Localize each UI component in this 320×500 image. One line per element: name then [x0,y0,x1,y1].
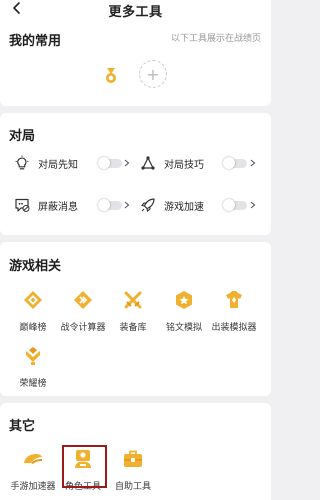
outfit-icon [226,291,242,308]
other-tools-card: 其它 手游加速器 角色工具 自助工具 [0,403,271,500]
duel-title: 对局 [9,129,36,144]
favorites-card: 我的常用 以下工具展示在战绩页 + [0,18,271,106]
tool-peak-rank[interactable]: 巅峰榜 [7,289,59,334]
chevron-right-icon[interactable] [250,159,256,167]
game-title: 游戏相关 [9,259,62,274]
tool-label: 荣耀榜 [19,379,47,389]
header-bar: 更多工具 [0,0,271,20]
tool-label: 手游加速器 [10,482,56,492]
toolbox-icon [124,450,142,467]
rocket-icon [141,198,155,212]
highlight-frame [62,445,107,488]
prophet-toggle[interactable] [98,157,122,169]
accelerate-toggle[interactable] [223,199,247,211]
favorites-hint: 以下工具展示在战绩页 [170,34,261,44]
speed-icon [24,454,42,464]
tool-label: 战令计算器 [60,323,106,333]
tool-outfit-sim[interactable]: 出装模拟器 [208,289,260,334]
tool-glory-rank[interactable]: 荣耀榜 [7,345,59,390]
tool-label: 出装模拟器 [211,323,257,333]
duel-item-tips: 对局技巧 [140,154,204,172]
chevron-right-icon[interactable] [124,159,130,167]
tool-inscription[interactable]: 铭文模拟 [158,289,210,334]
tips-toggle[interactable] [223,157,247,169]
inscription-icon [176,291,192,309]
duel-card: 对局 对局先知 对局技巧 屏蔽消息 游戏加速 [0,113,271,235]
duel-item-label: 屏蔽消息 [38,201,78,213]
tool-mobile-accelerator[interactable]: 手游加速器 [7,448,59,493]
game-tools-card: 游戏相关 巅峰榜 战令计算器 装备库 铭文模拟 出装模拟器 荣耀榜 [0,242,271,396]
favorites-title: 我的常用 [9,34,62,49]
tool-battle-pass[interactable]: 战令计算器 [57,289,109,334]
other-title: 其它 [9,419,36,434]
duel-item-label: 对局先知 [38,159,78,171]
glory-rank-icon [26,347,40,365]
block-msg-toggle[interactable] [98,199,122,211]
chevron-right-icon[interactable] [250,201,256,209]
tool-label: 自助工具 [114,482,151,492]
duel-item-accelerate: 游戏加速 [140,196,204,214]
medal-icon[interactable] [101,66,121,86]
bulb-icon [15,155,29,170]
duel-item-label: 游戏加速 [164,201,204,213]
tool-label: 装备库 [119,323,147,333]
chevron-right-icon[interactable] [124,201,130,209]
crossed-swords-icon [124,291,142,309]
triangle-nodes-icon [141,156,155,170]
duel-item-label: 对局技巧 [164,159,204,171]
tool-equipment[interactable]: 装备库 [107,289,159,334]
add-favorite-button[interactable]: + [139,60,167,88]
tool-self-service[interactable]: 自助工具 [107,448,159,493]
peak-rank-icon [24,291,42,309]
battle-pass-icon [74,291,92,309]
tool-label: 铭文模拟 [165,323,202,333]
duel-item-block-msg: 屏蔽消息 [14,196,78,214]
tool-label: 巅峰榜 [19,323,47,333]
chat-block-icon [15,198,30,212]
duel-item-prophet: 对局先知 [14,154,78,172]
